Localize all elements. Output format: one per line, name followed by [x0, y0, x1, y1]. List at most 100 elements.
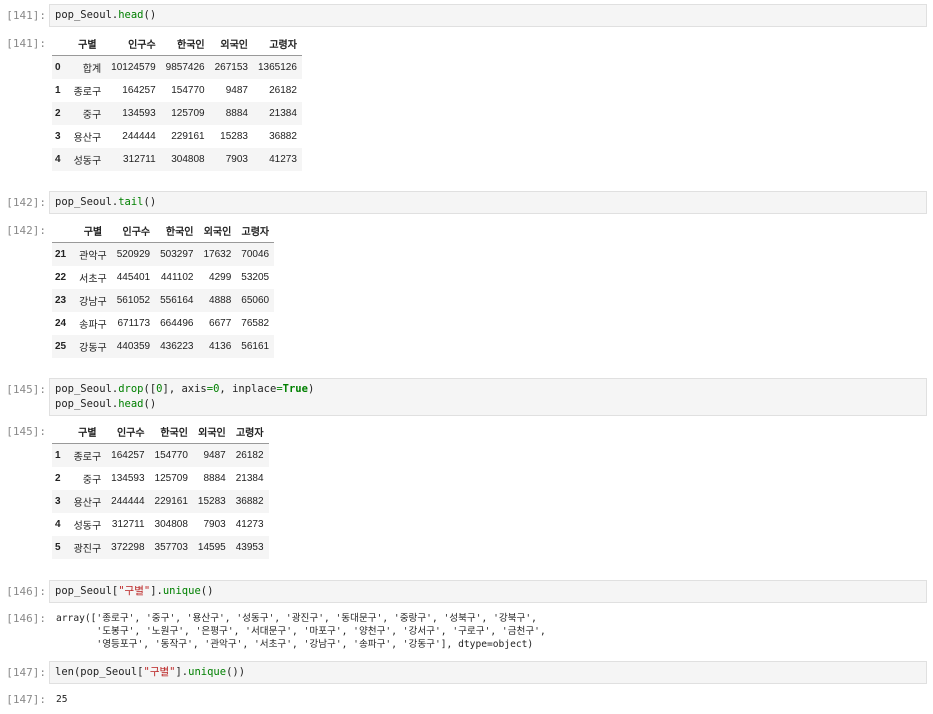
- code-input[interactable]: len(pop_Seoul["구별"].unique()): [49, 661, 927, 684]
- table-cell: 229161: [171, 131, 205, 142]
- table-header-row: 구별 인구수 한국인 외국인 고령자: [52, 218, 275, 243]
- table-row: 24 송파구 671173 664496 6677 76582: [52, 312, 274, 335]
- table-row: 23 강남구 561052 556164 4888 65060: [52, 289, 275, 312]
- code-token: ], axis: [162, 383, 207, 395]
- table-cell: 36882: [269, 131, 297, 142]
- output-prompt: [142]:: [6, 224, 46, 237]
- table-cell: 43953: [235, 542, 264, 553]
- table-cell: 7903: [203, 519, 226, 530]
- dataframe-output: 구별 인구수 한국인 외국인 고령자 1 종로구 164257 154770 9487 26182 2…: [52, 419, 269, 559]
- table-cell: 9857426: [165, 62, 205, 73]
- code-token: (): [143, 9, 157, 21]
- column-header: 구별: [68, 31, 107, 56]
- dataframe-output: 구별 인구수 한국인 외국인 고령자 0 합계 10124579 9857426 267153 13…: [52, 31, 302, 171]
- table-row: 3 용산구 244444 229161 15283 36882: [52, 490, 269, 513]
- table-cell: 종로구: [73, 87, 102, 98]
- output-prompt: [147]:: [6, 693, 46, 706]
- table-cell: 송파구: [79, 320, 107, 331]
- table-cell: 강동구: [79, 343, 107, 354]
- table-row: 22 서초구 445401 441102 4299 53205: [52, 266, 274, 289]
- column-header: 한국인: [155, 218, 199, 243]
- table-cell: 267153: [214, 62, 248, 73]
- code-token: pop_Seoul.: [55, 383, 119, 395]
- code-token: (): [143, 196, 157, 208]
- row-index: 5: [55, 542, 61, 553]
- table-cell: 15283: [197, 496, 226, 507]
- table-cell: 7903: [225, 154, 248, 165]
- table-header-row: 구별 인구수 한국인 외국인 고령자: [52, 31, 302, 56]
- table-row: 2 중구 134593 125709 8884 21384: [52, 102, 302, 125]
- table-cell: 종로구: [73, 452, 102, 463]
- table-cell: 4888: [209, 295, 232, 306]
- table-cell: 154770: [171, 85, 205, 96]
- table-cell: 26182: [269, 85, 297, 96]
- index-header: [52, 218, 75, 243]
- table-cell: 8884: [225, 108, 248, 119]
- table-row: 3 용산구 244444 229161 15283 36882: [52, 125, 302, 148]
- row-index: 1: [55, 85, 61, 96]
- table-cell: 8884: [203, 473, 226, 484]
- table-cell: 6677: [209, 318, 232, 329]
- code-line: pop_Seoul.head(): [55, 397, 921, 412]
- row-index: 21: [55, 249, 67, 260]
- table-row: 5 광진구 372298 357703 14595 43953: [52, 536, 269, 559]
- row-index: 0: [55, 62, 61, 73]
- table-cell: 강남구: [79, 297, 107, 308]
- table-row: 1 종로구 164257 154770 9487 26182: [52, 79, 302, 102]
- table-cell: 556164: [160, 295, 194, 306]
- dataframe-table: 구별 인구수 한국인 외국인 고령자 1 종로구 164257 154770 9487 26182 2…: [52, 419, 269, 559]
- table-cell: 4299: [209, 272, 232, 283]
- code-line: pop_Seoul["구별"].unique(): [55, 584, 921, 599]
- table-row: 2 중구 134593 125709 8884 21384: [52, 467, 269, 490]
- column-header: 고령자: [252, 31, 302, 56]
- table-row: 25 강동구 440359 436223 4136 56161: [52, 335, 275, 358]
- code-input[interactable]: pop_Seoul.head(): [49, 4, 927, 27]
- table-cell: 664496: [160, 318, 194, 329]
- table-cell: 125709: [171, 108, 205, 119]
- code-token: head: [118, 9, 144, 21]
- column-header: 구별: [68, 419, 107, 444]
- code-token: ()): [226, 666, 246, 678]
- dataframe-table: 구별 인구수 한국인 외국인 고령자 21 관악구 520929 503297 17632 7004…: [52, 218, 275, 358]
- table-cell: 성동구: [73, 521, 102, 532]
- table-cell: 440359: [116, 341, 151, 352]
- table-cell: 244444: [111, 496, 145, 507]
- table-cell: 134593: [111, 473, 145, 484]
- table-cell: 445401: [116, 272, 151, 283]
- code-input[interactable]: pop_Seoul.tail(): [49, 191, 927, 214]
- code-token: ): [307, 383, 315, 395]
- row-index: 23: [55, 295, 67, 306]
- table-cell: 76582: [241, 318, 270, 329]
- table-cell: 용산구: [73, 498, 102, 509]
- row-index: 22: [55, 272, 67, 283]
- index-header: [52, 31, 69, 56]
- table-cell: 520929: [116, 249, 151, 260]
- table-cell: 164257: [111, 450, 145, 461]
- code-line: pop_Seoul.tail(): [55, 195, 921, 210]
- table-cell: 436223: [160, 341, 194, 352]
- table-row: 1 종로구 164257 154770 9487 26182: [52, 443, 269, 467]
- row-index: 4: [55, 519, 61, 530]
- table-row: 4 성동구 312711 304808 7903 41273: [52, 148, 302, 171]
- code-input[interactable]: pop_Seoul.drop([0], axis=0, inplace=True…: [49, 378, 927, 416]
- row-index: 25: [55, 341, 67, 352]
- row-index: 24: [55, 318, 67, 329]
- table-cell: 41273: [235, 519, 264, 530]
- code-token: unique: [188, 666, 227, 678]
- table-cell: 1365126: [257, 62, 297, 73]
- table-cell: 312711: [111, 519, 145, 530]
- table-cell: 41273: [269, 154, 297, 165]
- table-cell: 광진구: [73, 544, 102, 555]
- code-token: ([: [143, 383, 157, 395]
- array-output: array(['종로구', '중구', '용산구', '성동구', '광진구',…: [56, 613, 546, 650]
- table-cell: 9487: [203, 450, 226, 461]
- output-prompt: [141]:: [6, 37, 46, 50]
- table-cell: 441102: [160, 272, 194, 283]
- code-input[interactable]: pop_Seoul["구별"].unique(): [49, 580, 927, 603]
- code-token: pop_Seoul[: [55, 585, 119, 597]
- input-prompt: [145]:: [6, 383, 46, 396]
- code-token: tail: [118, 196, 144, 208]
- column-header: 한국인: [149, 419, 193, 444]
- code-token: head: [118, 398, 144, 410]
- table-cell: 164257: [122, 85, 156, 96]
